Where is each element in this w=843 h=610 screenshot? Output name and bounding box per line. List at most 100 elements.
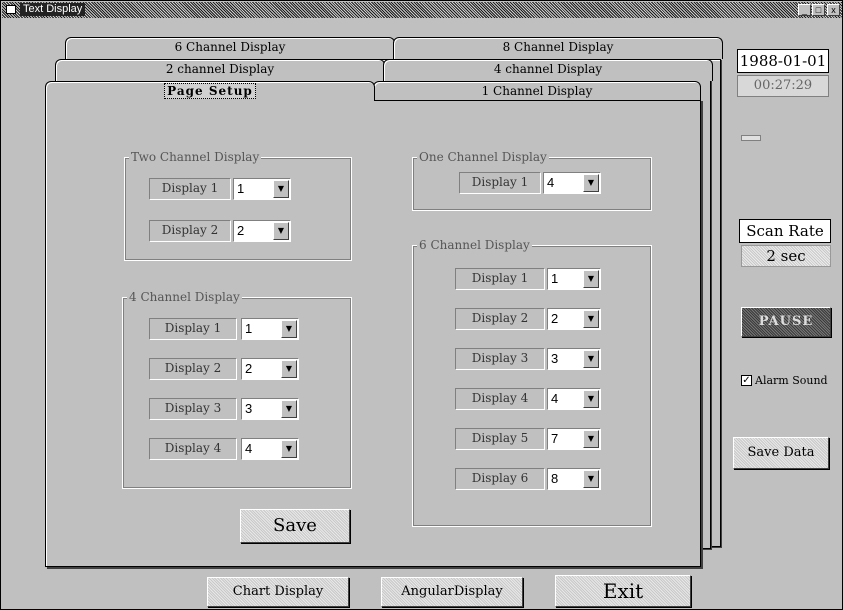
six-channel-display-6-label: Display 6 — [455, 468, 545, 490]
chevron-down-icon[interactable]: ▼ — [583, 174, 599, 192]
four-channel-display-4-select[interactable]: 4 ▼ — [241, 438, 299, 460]
selected-value: 2 — [245, 361, 253, 376]
tab-page-setup-label: Page Setup — [164, 83, 256, 99]
tab-page-setup[interactable]: Page Setup — [45, 81, 375, 101]
six-channel-display-2-label: Display 2 — [455, 308, 545, 330]
four-channel-legend: 4 Channel Display — [127, 290, 242, 304]
alarm-sound-label: Alarm Sound — [755, 374, 828, 387]
one-channel-group: One Channel Display Display 1 4 ▼ — [412, 150, 652, 211]
six-channel-display-6-select[interactable]: 8 ▼ — [547, 468, 601, 490]
two-channel-display-2-select[interactable]: 2 ▼ — [233, 220, 291, 242]
two-channel-legend: Two Channel Display — [129, 150, 262, 164]
chart-display-button-label: Chart Display — [232, 584, 324, 599]
chevron-down-icon[interactable]: ▼ — [583, 350, 599, 368]
scan-rate-value[interactable]: 2 sec — [741, 245, 831, 267]
app-window: Text Display _ □ x 6 Channel Display 8 C… — [0, 0, 843, 610]
four-channel-display-1-label: Display 1 — [149, 318, 237, 340]
six-channel-display-2-select[interactable]: 2 ▼ — [547, 308, 601, 330]
chevron-down-icon[interactable]: ▼ — [273, 222, 289, 240]
exit-button[interactable]: Exit — [555, 575, 691, 607]
tab-four-channel-label: 4 channel Display — [493, 62, 603, 76]
tab-eight-channel-label: 8 Channel Display — [502, 40, 614, 54]
two-channel-display-1-select[interactable]: 1 ▼ — [233, 178, 291, 200]
six-channel-display-5-label: Display 5 — [455, 428, 545, 450]
selected-value: 4 — [245, 441, 253, 456]
six-channel-display-4-select[interactable]: 4 ▼ — [547, 388, 601, 410]
selected-value: 1 — [551, 271, 559, 286]
chevron-down-icon[interactable]: ▼ — [583, 430, 599, 448]
four-channel-display-4-label: Display 4 — [149, 438, 237, 460]
four-channel-display-3-select[interactable]: 3 ▼ — [241, 398, 299, 420]
maximize-button[interactable]: □ — [812, 4, 825, 16]
title-bar[interactable]: Text Display _ □ x — [2, 2, 842, 18]
selected-value: 2 — [551, 311, 559, 326]
save-data-button-label: Save Data — [747, 445, 815, 460]
tab-one-channel-label: 1 Channel Display — [481, 84, 593, 98]
tab-one-channel[interactable]: 1 Channel Display — [373, 81, 701, 101]
chevron-down-icon[interactable]: ▼ — [281, 320, 297, 338]
six-channel-display-3-select[interactable]: 3 ▼ — [547, 348, 601, 370]
selected-value: 7 — [551, 431, 559, 446]
angular-display-button[interactable]: AngularDisplay — [381, 577, 523, 607]
four-channel-group: 4 Channel Display Display 1 1 ▼ Display … — [122, 290, 352, 489]
window-title: Text Display — [20, 3, 86, 16]
selected-value: 3 — [551, 351, 559, 366]
chart-display-button[interactable]: Chart Display — [207, 577, 349, 607]
selected-value: 2 — [237, 223, 245, 238]
one-channel-legend: One Channel Display — [417, 150, 549, 164]
pause-button-label: PAUSE — [758, 314, 814, 329]
six-channel-legend: 6 Channel Display — [417, 238, 532, 252]
tab-two-channel[interactable]: 2 channel Display — [55, 59, 385, 81]
chevron-down-icon[interactable]: ▼ — [281, 440, 297, 458]
chevron-down-icon[interactable]: ▼ — [273, 180, 289, 198]
alarm-sound-option[interactable]: ✓ Alarm Sound — [739, 373, 839, 389]
one-channel-display-1-select[interactable]: 4 ▼ — [543, 172, 601, 194]
two-channel-display-1-label: Display 1 — [149, 178, 231, 200]
chevron-down-icon[interactable]: ▼ — [583, 310, 599, 328]
close-button[interactable]: x — [827, 4, 840, 16]
save-button-label: Save — [273, 515, 317, 536]
tab-two-channel-label: 2 channel Display — [165, 62, 275, 76]
page-setup-panel: Two Channel Display Display 1 1 ▼ Displa… — [45, 99, 701, 567]
six-channel-display-5-select[interactable]: 7 ▼ — [547, 428, 601, 450]
pause-button[interactable]: PAUSE — [741, 307, 831, 337]
tab-eight-channel[interactable]: 8 Channel Display — [393, 37, 723, 59]
four-channel-display-2-select[interactable]: 2 ▼ — [241, 358, 299, 380]
exit-button-label: Exit — [602, 579, 644, 603]
date-display: 1988-01-01 — [737, 49, 829, 73]
selected-value: 8 — [551, 471, 559, 486]
minimize-button[interactable]: _ — [798, 4, 811, 16]
tab-six-channel[interactable]: 6 Channel Display — [65, 37, 395, 59]
four-channel-display-2-label: Display 2 — [149, 358, 237, 380]
selected-value: 3 — [245, 401, 253, 416]
alarm-sound-checkbox[interactable]: ✓ — [741, 375, 752, 386]
app-icon — [6, 5, 16, 14]
angular-display-button-label: AngularDisplay — [401, 584, 503, 599]
chevron-down-icon[interactable]: ▼ — [583, 390, 599, 408]
status-indicator-icon — [741, 135, 761, 141]
save-data-button[interactable]: Save Data — [733, 437, 829, 469]
chevron-down-icon[interactable]: ▼ — [583, 270, 599, 288]
selected-value: 1 — [237, 181, 245, 196]
scan-rate-label: Scan Rate — [739, 219, 831, 243]
tab-six-channel-label: 6 Channel Display — [174, 40, 286, 54]
six-channel-display-1-select[interactable]: 1 ▼ — [547, 268, 601, 290]
one-channel-display-1-label: Display 1 — [459, 172, 541, 194]
two-channel-display-2-label: Display 2 — [149, 220, 231, 242]
four-channel-display-3-label: Display 3 — [149, 398, 237, 420]
six-channel-display-4-label: Display 4 — [455, 388, 545, 410]
time-display: 00:27:29 — [737, 75, 829, 97]
tab-four-channel[interactable]: 4 channel Display — [383, 59, 713, 81]
save-button[interactable]: Save — [240, 509, 350, 543]
six-channel-display-3-label: Display 3 — [455, 348, 545, 370]
two-channel-group: Two Channel Display Display 1 1 ▼ Displa… — [124, 150, 352, 261]
chevron-down-icon[interactable]: ▼ — [281, 360, 297, 378]
selected-value: 1 — [245, 321, 253, 336]
chevron-down-icon[interactable]: ▼ — [281, 400, 297, 418]
chevron-down-icon[interactable]: ▼ — [583, 470, 599, 488]
selected-value: 4 — [547, 175, 555, 190]
six-channel-display-1-label: Display 1 — [455, 268, 545, 290]
six-channel-group: 6 Channel Display Display 1 1 ▼ Display … — [412, 238, 652, 527]
four-channel-display-1-select[interactable]: 1 ▼ — [241, 318, 299, 340]
selected-value: 4 — [551, 391, 559, 406]
